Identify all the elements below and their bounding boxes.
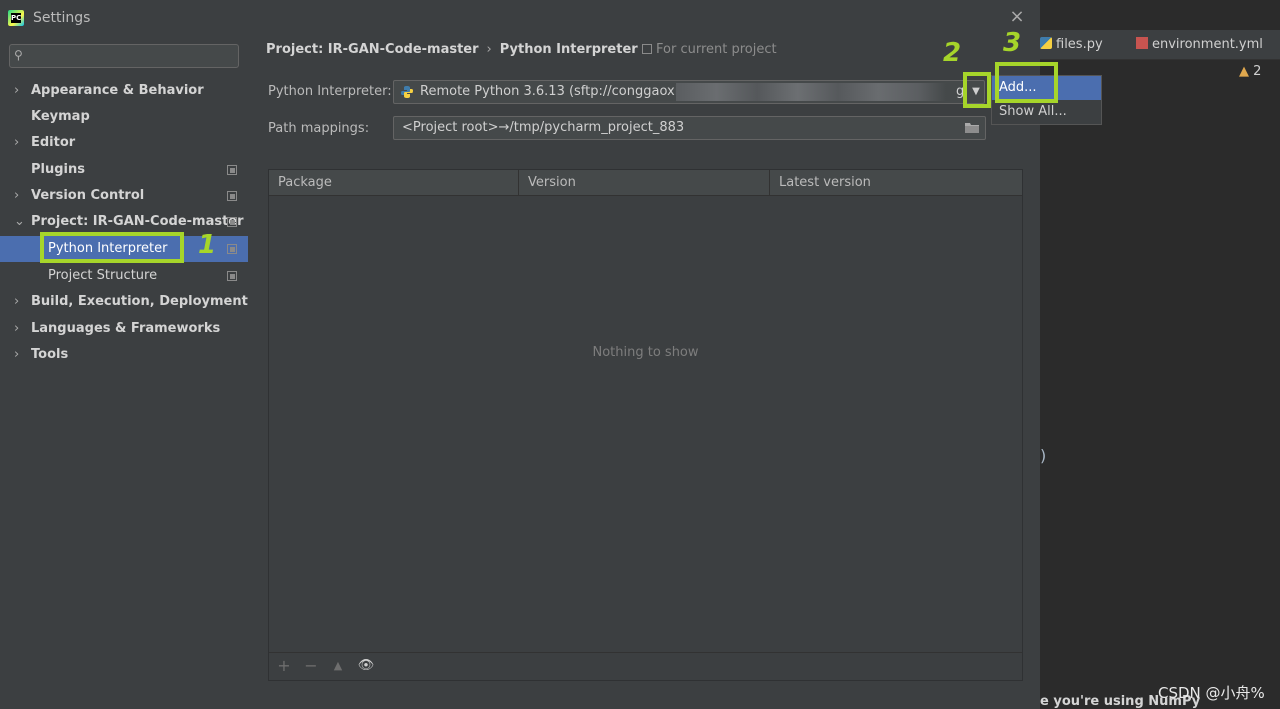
remove-package-button[interactable]: − <box>302 657 320 675</box>
sidebar-item-label: Appearance & Behavior <box>31 83 204 98</box>
sidebar-item-keymap[interactable]: Keymap <box>0 104 248 130</box>
project-scope-icon <box>227 191 237 201</box>
annotation-box-3 <box>995 62 1058 103</box>
sidebar-item-label: Keymap <box>31 109 90 124</box>
sidebar-item-tools[interactable]: › Tools <box>0 342 248 368</box>
project-scope-icon <box>227 244 237 254</box>
column-header-package[interactable]: Package <box>269 170 519 196</box>
tab-label: files.py <box>1056 37 1103 52</box>
sidebar-item-label: Project Structure <box>48 268 158 283</box>
python-icon <box>401 86 413 98</box>
project-scope-icon <box>227 165 237 175</box>
sidebar-item-version-control[interactable]: › Version Control <box>0 183 248 209</box>
breadcrumb-page: Python Interpreter <box>499 42 638 57</box>
breadcrumb-project: Project: IR-GAN-Code-master <box>266 42 479 57</box>
title-bar: PC Settings × <box>0 0 1040 36</box>
upgrade-package-button[interactable]: ▲ <box>329 657 347 675</box>
settings-dialog: PC Settings × ⚲ › Appearance & Behavior … <box>0 0 1040 709</box>
code-bracket: ) <box>1040 446 1047 465</box>
sidebar-item-label: Version Control <box>31 188 145 203</box>
for-current-project-note: For current project <box>642 42 777 57</box>
sidebar-item-label: Plugins <box>31 162 85 177</box>
editor-tab-bar: files.py environment.yml <box>1040 30 1280 60</box>
interpreter-label: Python Interpreter: <box>268 84 392 99</box>
sidebar-item-editor[interactable]: › Editor <box>0 130 248 156</box>
pycharm-logo-icon: PC <box>8 10 24 26</box>
search-icon: ⚲ <box>14 48 23 62</box>
search-input[interactable]: ⚲ <box>9 44 239 68</box>
project-scope-icon <box>227 217 237 227</box>
warning-count: 2 <box>1253 64 1262 79</box>
tab-files-py[interactable]: files.py <box>1040 30 1103 60</box>
sidebar-item-plugins[interactable]: Plugins <box>0 157 248 183</box>
sidebar-item-project-structure[interactable]: Project Structure <box>0 263 248 289</box>
path-mappings-label: Path mappings: <box>268 121 370 136</box>
project-scope-icon <box>642 44 652 54</box>
breadcrumb-separator-icon: › <box>486 42 492 57</box>
chevron-right-icon: › <box>14 294 20 309</box>
sidebar-item-label: Editor <box>31 135 76 150</box>
path-mappings-value: <Project root>→/tmp/pycharm_project_883 <box>402 120 685 135</box>
tab-label: environment.yml <box>1152 37 1263 52</box>
yaml-file-icon <box>1136 37 1148 49</box>
empty-state-text: Nothing to show <box>592 345 699 360</box>
column-header-version[interactable]: Version <box>519 170 770 196</box>
chevron-right-icon: › <box>14 135 20 150</box>
menu-item-show-all[interactable]: Show All... <box>992 100 1101 124</box>
table-header: Package Version Latest version <box>269 170 1022 196</box>
close-icon[interactable]: × <box>1008 8 1026 26</box>
tab-environment-yml[interactable]: environment.yml <box>1136 30 1263 60</box>
chevron-right-icon: › <box>14 321 20 336</box>
interpreter-select[interactable]: Remote Python 3.6.13 (sftp://conggaoxia … <box>393 80 985 104</box>
path-mappings-field[interactable]: <Project root>→/tmp/pycharm_project_883 <box>393 116 986 140</box>
annotation-box-1 <box>40 232 184 263</box>
sidebar-item-label: Tools <box>31 347 69 362</box>
sidebar-item-languages[interactable]: › Languages & Frameworks <box>0 316 248 342</box>
folder-icon[interactable] <box>964 121 980 134</box>
for-current-project-label: For current project <box>656 42 777 57</box>
annotation-number-2: 2 <box>943 38 962 68</box>
packages-table: Package Version Latest version Nothing t… <box>268 169 1023 681</box>
watermark: CSDN @小舟% <box>1158 684 1265 702</box>
sidebar-item-build[interactable]: › Build, Execution, Deployment <box>0 289 248 315</box>
project-scope-icon <box>227 271 237 281</box>
settings-sidebar: ⚲ › Appearance & Behavior Keymap › Edito… <box>0 36 248 709</box>
interpreter-value: Remote Python 3.6.13 (sftp://conggaoxia <box>420 84 687 99</box>
column-header-latest-version[interactable]: Latest version <box>770 170 1022 196</box>
annotation-box-2 <box>963 72 991 108</box>
chevron-right-icon: › <box>14 83 20 98</box>
redacted-region <box>676 83 946 101</box>
packages-toolbar: + − ▲ 👁 <box>269 652 1022 680</box>
chevron-right-icon: › <box>14 188 20 203</box>
sidebar-item-label: Build, Execution, Deployment <box>31 294 248 309</box>
sidebar-item-appearance[interactable]: › Appearance & Behavior <box>0 78 248 104</box>
warning-icon: ▲ <box>1239 64 1249 79</box>
annotation-number-1: 1 <box>198 230 217 260</box>
chevron-down-icon: ⌄ <box>14 214 25 229</box>
warning-indicator[interactable]: ▲ 2 <box>1239 64 1261 79</box>
annotation-number-3: 3 <box>1003 28 1022 58</box>
add-package-button[interactable]: + <box>275 657 293 675</box>
eye-icon[interactable]: 👁 <box>357 657 375 675</box>
settings-content: Project: IR-GAN-Code-master › Python Inter… <box>248 36 1040 709</box>
dialog-title: Settings <box>33 10 91 26</box>
python-file-icon <box>1040 37 1052 49</box>
sidebar-item-label: Languages & Frameworks <box>31 321 221 336</box>
breadcrumb: Project: IR-GAN-Code-master › Python Inter… <box>266 42 638 57</box>
chevron-right-icon: › <box>14 347 20 362</box>
